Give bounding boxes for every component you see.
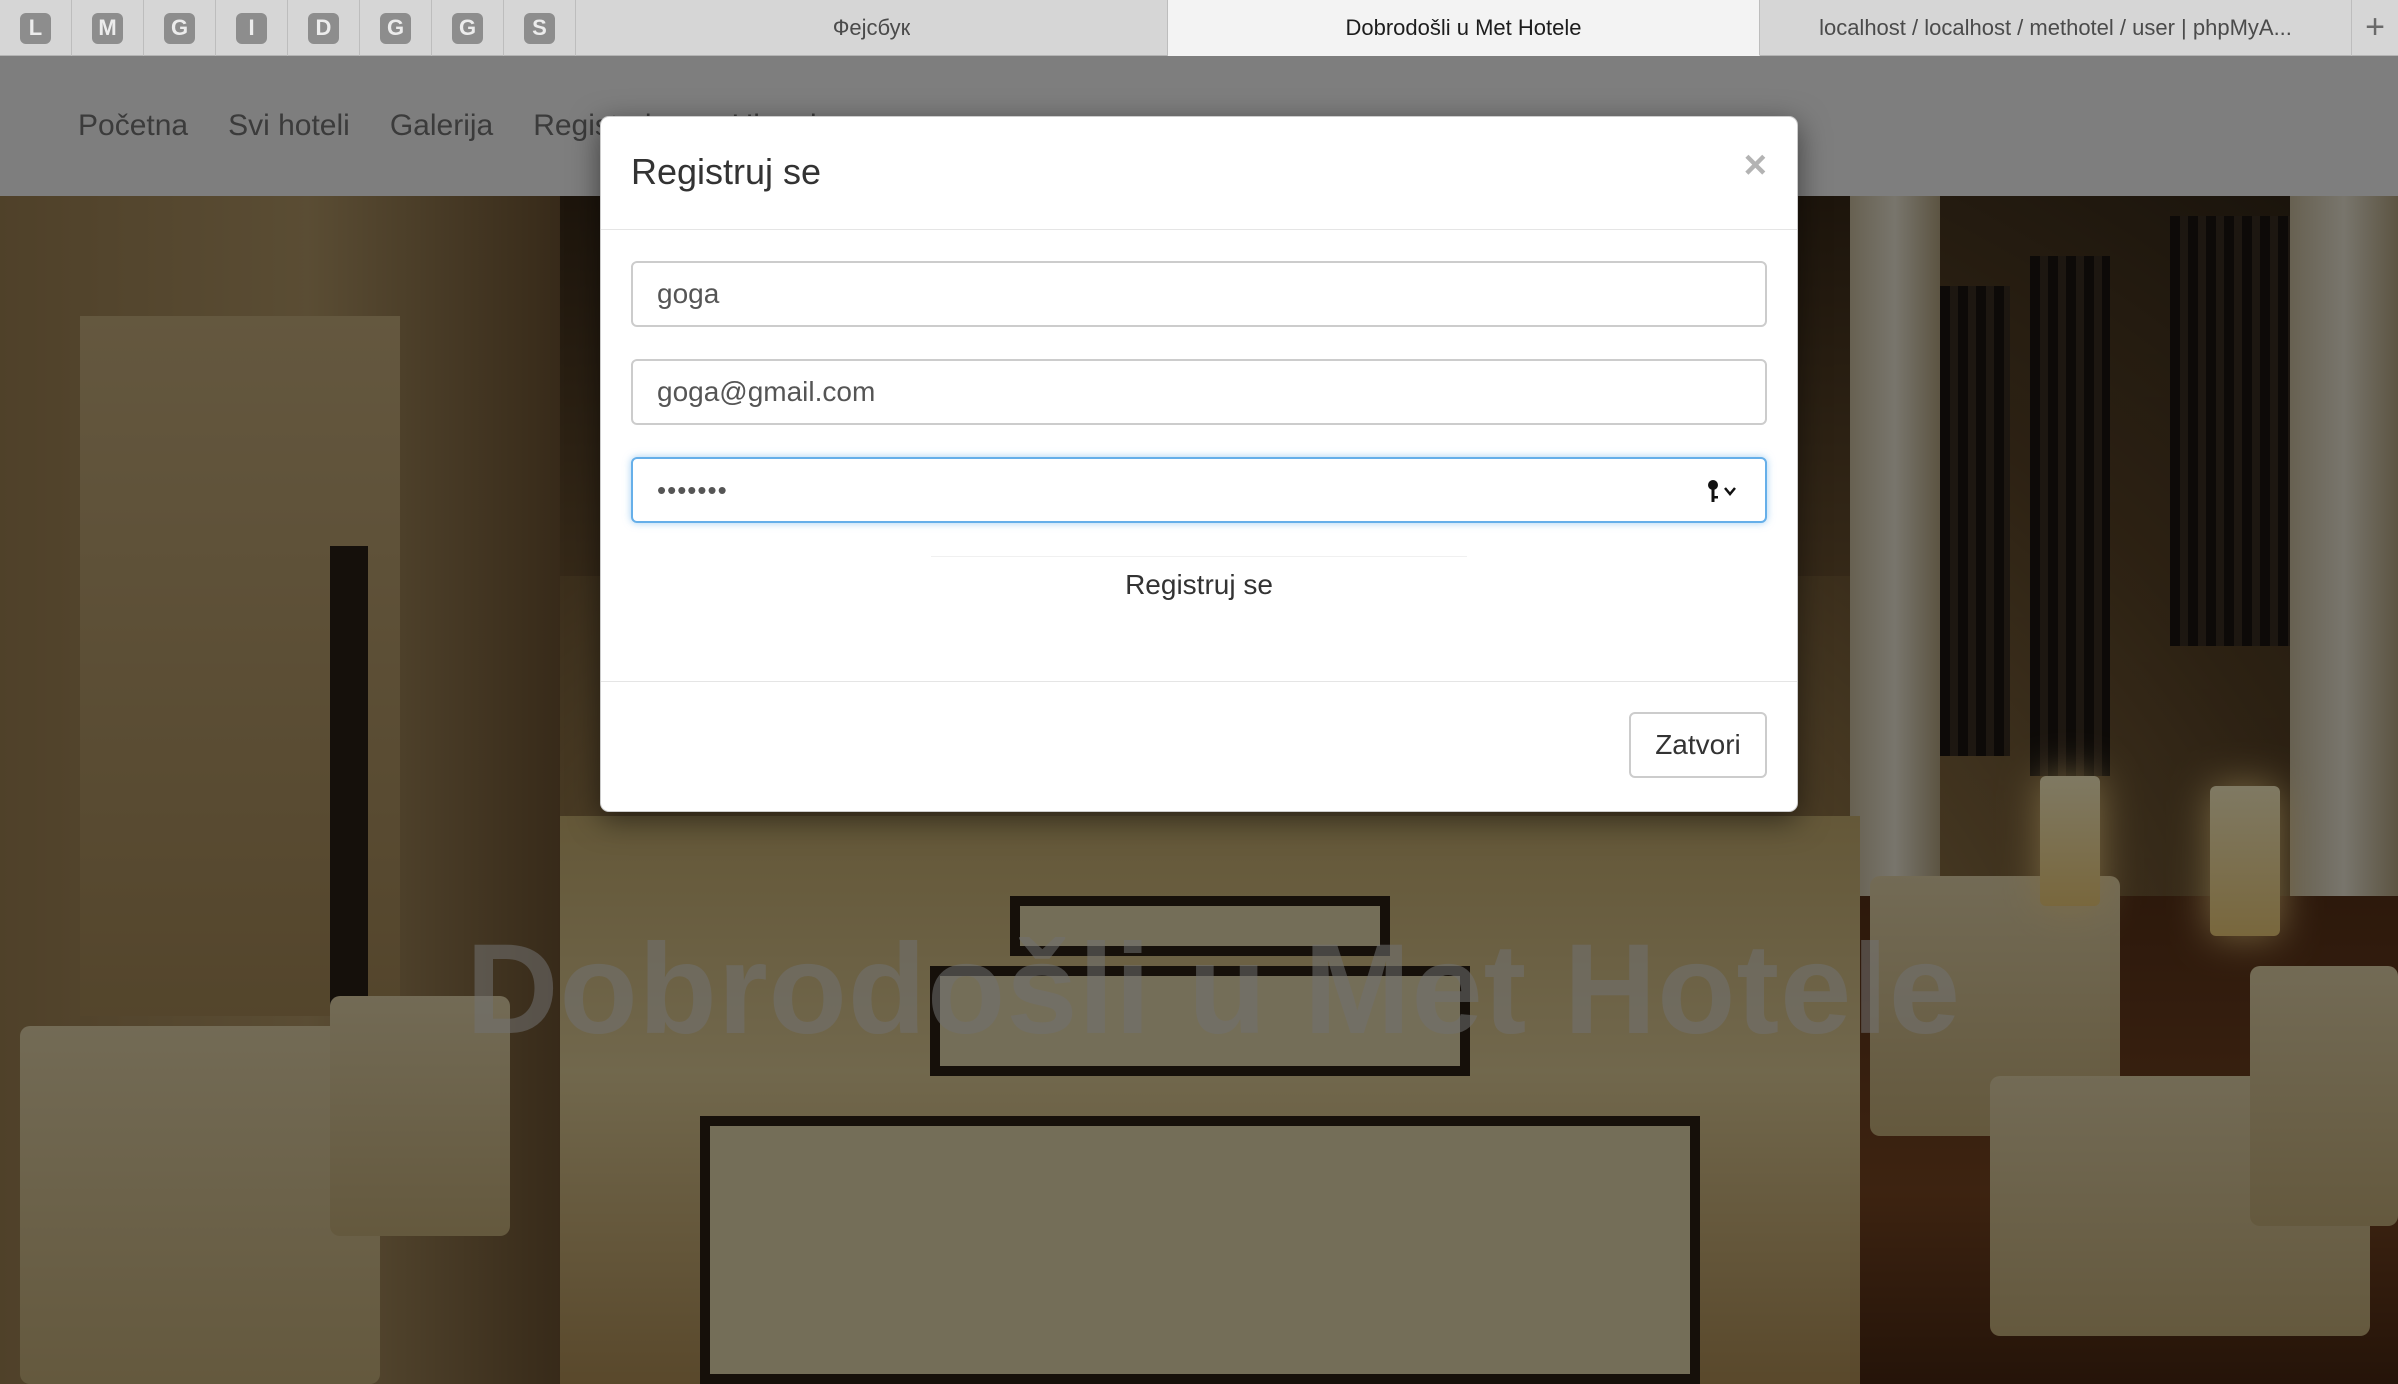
email-value: goga@gmail.com — [657, 376, 876, 407]
register-submit-button[interactable]: Registruj se — [931, 556, 1467, 612]
pinned-tab[interactable]: D — [288, 0, 360, 56]
tab-phpmyadmin[interactable]: localhost / localhost / methotel / user … — [1760, 0, 2352, 56]
pinned-tab-icon: G — [380, 12, 411, 44]
pinned-tab[interactable]: G — [144, 0, 216, 56]
new-tab-button[interactable]: + — [2352, 0, 2398, 55]
key-icon[interactable] — [1705, 479, 1739, 505]
pinned-tab-icon: G — [452, 12, 483, 44]
tab-label: Dobrodošli u Met Hotele — [1345, 14, 1582, 40]
pinned-tab[interactable]: I — [216, 0, 288, 56]
close-modal-button[interactable]: Zatvori — [1629, 712, 1767, 778]
pinned-tab-icon: G — [164, 12, 195, 44]
pinned-tab[interactable]: L — [0, 0, 72, 56]
tab-met-hotele[interactable]: Dobrodošli u Met Hotele — [1168, 0, 1760, 56]
pinned-tab-icon: I — [236, 12, 267, 44]
modal-title: Registruj se — [631, 151, 822, 192]
pinned-tab[interactable]: M — [72, 0, 144, 56]
modal-body: goga goga@gmail.com ••••••• Registruj se — [601, 230, 1797, 682]
password-mask: ••••••• — [657, 474, 728, 505]
browser-tab-bar: L M G I D G G S Фејсбук Dobrodošli u Met… — [0, 0, 2398, 56]
password-input[interactable]: ••••••• — [631, 457, 1767, 523]
username-input[interactable]: goga — [631, 261, 1767, 327]
tab-facebook[interactable]: Фејсбук — [576, 0, 1168, 56]
pinned-tab[interactable]: G — [360, 0, 432, 56]
email-input[interactable]: goga@gmail.com — [631, 359, 1767, 425]
pinned-tab-icon: M — [92, 12, 123, 44]
modal-header: Registruj se × — [601, 117, 1797, 230]
pinned-tab[interactable]: G — [432, 0, 504, 56]
pinned-tab-icon: L — [20, 12, 51, 44]
tab-label: Фејсбук — [832, 15, 911, 40]
pinned-tab-icon: S — [524, 12, 555, 44]
modal-footer: Zatvori — [601, 682, 1797, 812]
username-value: goga — [657, 278, 720, 309]
close-icon[interactable]: × — [1744, 143, 1767, 188]
tab-label: localhost / localhost / methotel / user … — [1819, 15, 2292, 40]
pinned-tab[interactable]: S — [504, 0, 576, 56]
register-modal: Registruj se × goga goga@gmail.com •••••… — [600, 116, 1798, 812]
pinned-tab-icon: D — [308, 12, 339, 44]
